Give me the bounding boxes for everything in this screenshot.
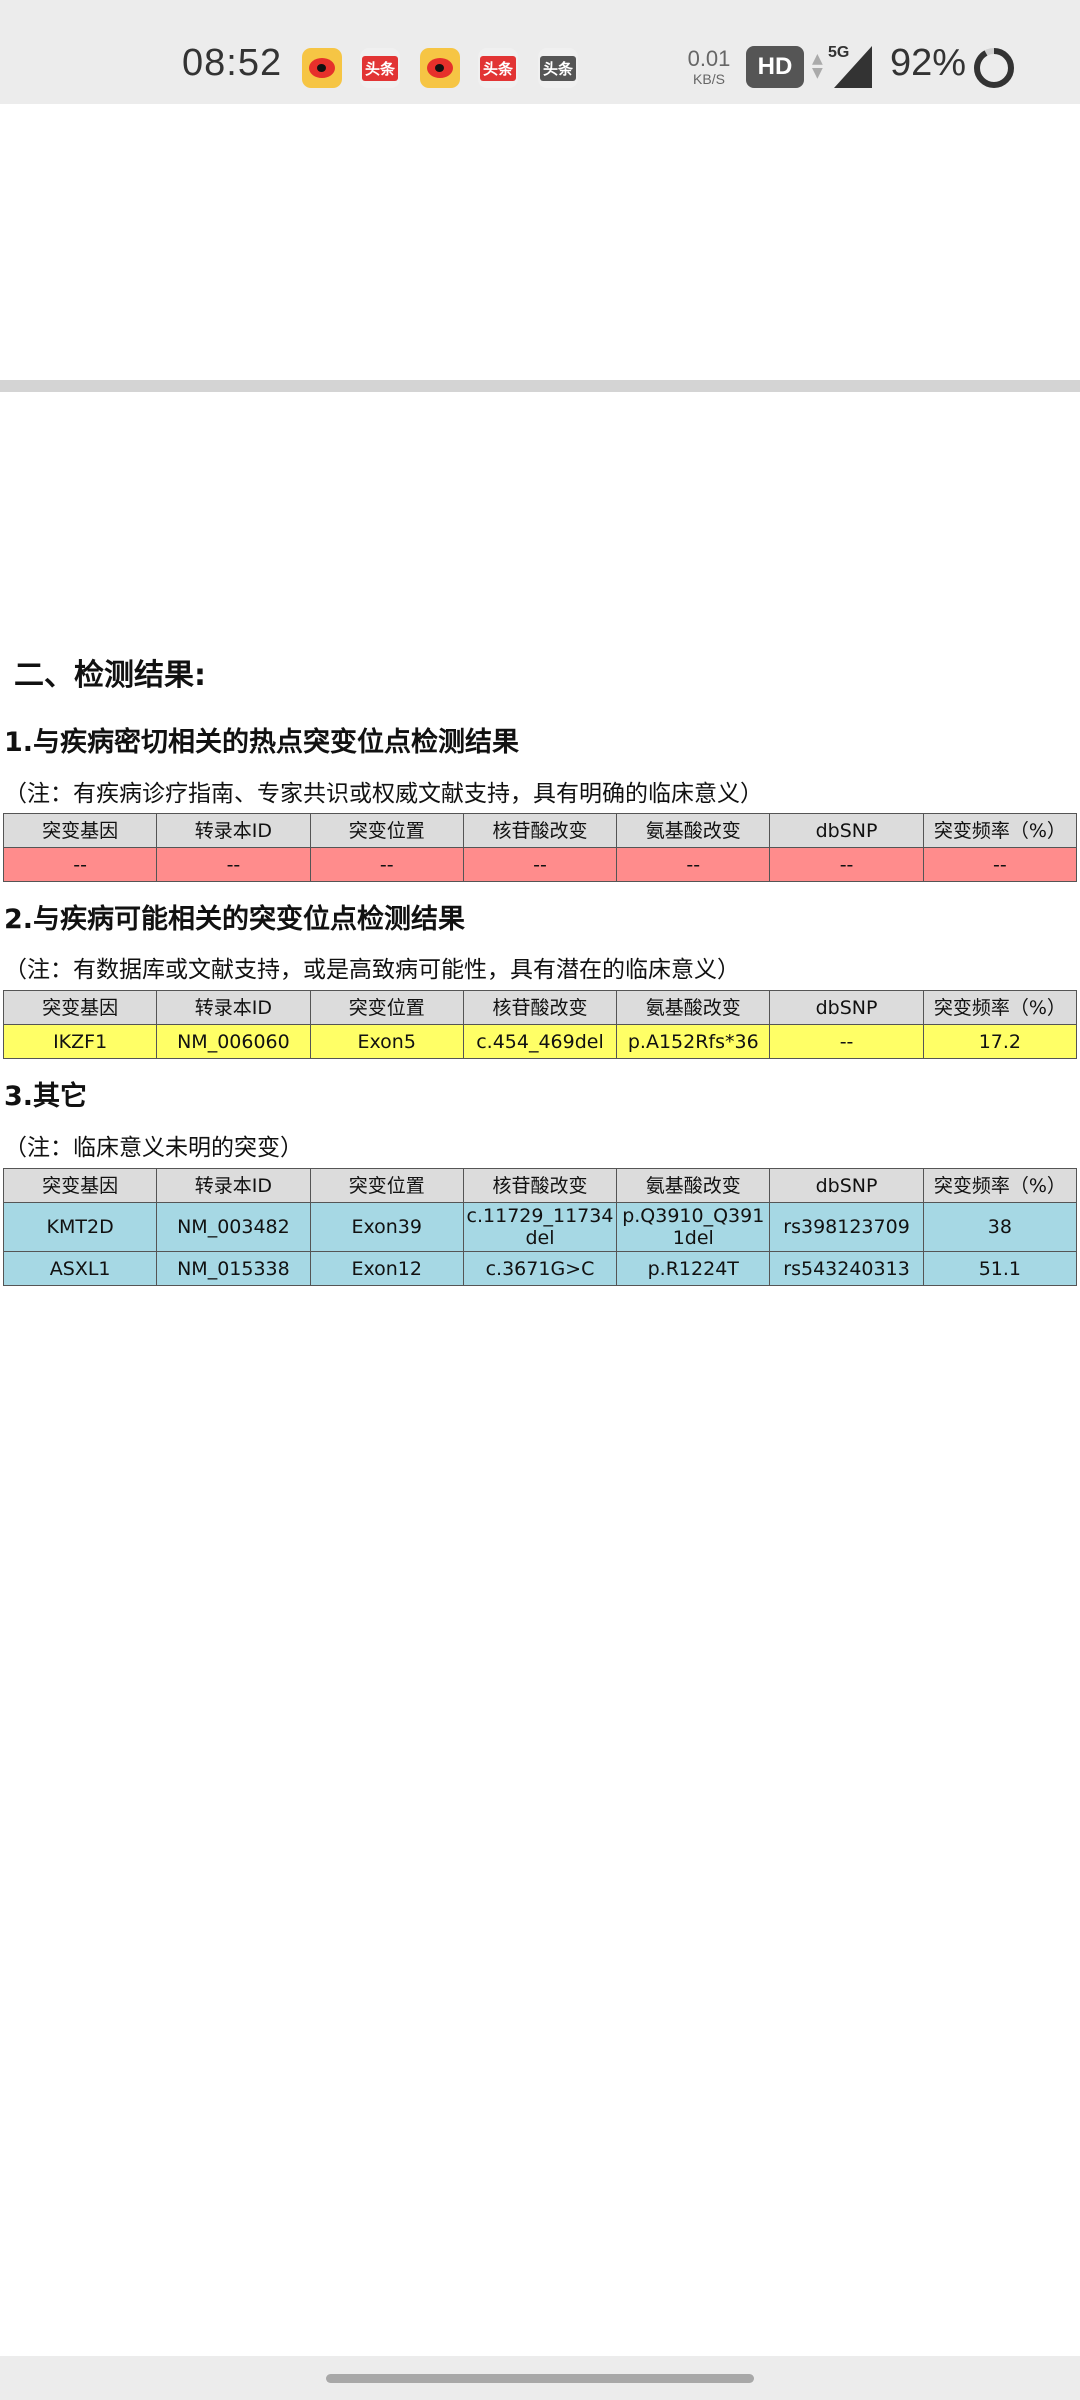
page-divider xyxy=(0,380,1080,392)
cell-gene: IKZF1 xyxy=(2,1024,158,1059)
toutiao-icon: 头条 xyxy=(538,48,578,88)
section-note: （注：临床意义未明的突变） xyxy=(4,1135,303,1161)
col-amino-acid: 氨基酸改变 xyxy=(616,1168,771,1203)
col-nucleotide: 核苷酸改变 xyxy=(462,813,618,848)
col-dbsnp: dbSNP xyxy=(769,990,924,1025)
table-row: IKZF1 NM_006060 Exon5 c.454_469del p.A15… xyxy=(2,1024,1078,1059)
cell-amino-acid: -- xyxy=(616,847,771,882)
table-header-row: 突变基因 转录本ID 突变位置 核苷酸改变 氨基酸改变 dbSNP 突变频率（%… xyxy=(2,813,1078,848)
other-mutation-table: 突变基因 转录本ID 突变位置 核苷酸改变 氨基酸改变 dbSNP 突变频率（%… xyxy=(2,1168,1078,1286)
section-title: 3.其它 xyxy=(4,1081,88,1112)
section-title: 2.与疾病可能相关的突变位点检测结果 xyxy=(4,904,466,935)
cell-transcript: NM_003482 xyxy=(156,1202,311,1252)
cell-gene: KMT2D xyxy=(2,1202,158,1252)
col-transcript: 转录本ID xyxy=(156,990,311,1025)
hd-badge: HD xyxy=(746,46,804,88)
battery-percent: 92% xyxy=(890,42,967,84)
section-title: 1.与疾病密切相关的热点突变位点检测结果 xyxy=(4,727,520,758)
results-heading: 二、检测结果: xyxy=(14,658,206,693)
cell-transcript: -- xyxy=(156,847,311,882)
col-amino-acid: 氨基酸改变 xyxy=(616,813,771,848)
section-note: （注：有疾病诊疗指南、专家共识或权威文献支持，具有明确的临床意义） xyxy=(4,781,763,807)
col-transcript: 转录本ID xyxy=(156,1168,311,1203)
col-frequency: 突变频率（%） xyxy=(922,1168,1078,1203)
cell-gene: -- xyxy=(2,847,158,882)
col-frequency: 突变频率（%） xyxy=(922,813,1078,848)
cell-frequency: 17.2 xyxy=(922,1024,1078,1059)
cell-amino-acid: p.A152Rfs*36 xyxy=(616,1024,771,1059)
cell-gene: ASXL1 xyxy=(2,1251,158,1286)
hotspot-mutation-table: 突变基因 转录本ID 突变位置 核苷酸改变 氨基酸改变 dbSNP 突变频率（%… xyxy=(2,813,1078,882)
table-header-row: 突变基因 转录本ID 突变位置 核苷酸改变 氨基酸改变 dbSNP 突变频率（%… xyxy=(2,990,1078,1025)
cell-transcript: NM_006060 xyxy=(156,1024,311,1059)
status-bar: 08:52 头条 头条 头条 0.01 KB/S HD ▲ ▼ 5G 92% xyxy=(0,0,1080,104)
col-position: 突变位置 xyxy=(309,813,464,848)
cell-nucleotide: c.11729_11734del xyxy=(462,1202,618,1252)
cell-amino-acid: p.R1224T xyxy=(616,1251,771,1286)
cell-frequency: 38 xyxy=(922,1202,1078,1252)
table-row: -- -- -- -- -- -- -- xyxy=(2,847,1078,882)
col-transcript: 转录本ID xyxy=(156,813,311,848)
col-gene: 突变基因 xyxy=(2,1168,158,1203)
cell-position: -- xyxy=(309,847,464,882)
section-note: （注：有数据库或文献支持，或是高致病可能性，具有潜在的临床意义） xyxy=(4,957,740,983)
weibo-icon xyxy=(420,48,460,88)
cell-frequency: -- xyxy=(922,847,1078,882)
clock: 08:52 xyxy=(182,42,283,84)
toutiao-icon: 头条 xyxy=(360,48,400,88)
possible-mutation-table: 突变基因 转录本ID 突变位置 核苷酸改变 氨基酸改变 dbSNP 突变频率（%… xyxy=(2,990,1078,1059)
cell-dbsnp: rs398123709 xyxy=(769,1202,924,1252)
col-position: 突变位置 xyxy=(309,990,464,1025)
cell-dbsnp: rs543240313 xyxy=(769,1251,924,1286)
cell-nucleotide: c.454_469del xyxy=(462,1024,618,1059)
col-dbsnp: dbSNP xyxy=(769,813,924,848)
col-position: 突变位置 xyxy=(309,1168,464,1203)
cell-dbsnp: -- xyxy=(769,847,924,882)
col-nucleotide: 核苷酸改变 xyxy=(462,1168,618,1203)
cell-transcript: NM_015338 xyxy=(156,1251,311,1286)
network-speed: 0.01 KB/S xyxy=(687,46,731,87)
weibo-icon xyxy=(302,48,342,88)
network-type: 5G xyxy=(828,44,850,61)
cell-dbsnp: -- xyxy=(769,1024,924,1059)
cell-nucleotide: c.3671G>C xyxy=(462,1251,618,1286)
cell-frequency: 51.1 xyxy=(922,1251,1078,1286)
table-header-row: 突变基因 转录本ID 突变位置 核苷酸改变 氨基酸改变 dbSNP 突变频率（%… xyxy=(2,1168,1078,1203)
cell-amino-acid: p.Q3910_Q3911del xyxy=(616,1202,771,1252)
col-frequency: 突变频率（%） xyxy=(922,990,1078,1025)
battery-icon xyxy=(974,48,1014,88)
col-gene: 突变基因 xyxy=(2,990,158,1025)
home-gesture-handle[interactable] xyxy=(326,2374,754,2383)
data-activity-icon: ▲ ▼ xyxy=(812,51,823,81)
cell-position: Exon5 xyxy=(309,1024,464,1059)
table-row: ASXL1 NM_015338 Exon12 c.3671G>C p.R1224… xyxy=(2,1251,1078,1286)
toutiao-icon: 头条 xyxy=(478,48,518,88)
table-row: KMT2D NM_003482 Exon39 c.11729_11734del … xyxy=(2,1202,1078,1252)
cell-position: Exon39 xyxy=(309,1202,464,1252)
col-gene: 突变基因 xyxy=(2,813,158,848)
col-dbsnp: dbSNP xyxy=(769,1168,924,1203)
col-amino-acid: 氨基酸改变 xyxy=(616,990,771,1025)
col-nucleotide: 核苷酸改变 xyxy=(462,990,618,1025)
cell-position: Exon12 xyxy=(309,1251,464,1286)
cell-nucleotide: -- xyxy=(462,847,618,882)
